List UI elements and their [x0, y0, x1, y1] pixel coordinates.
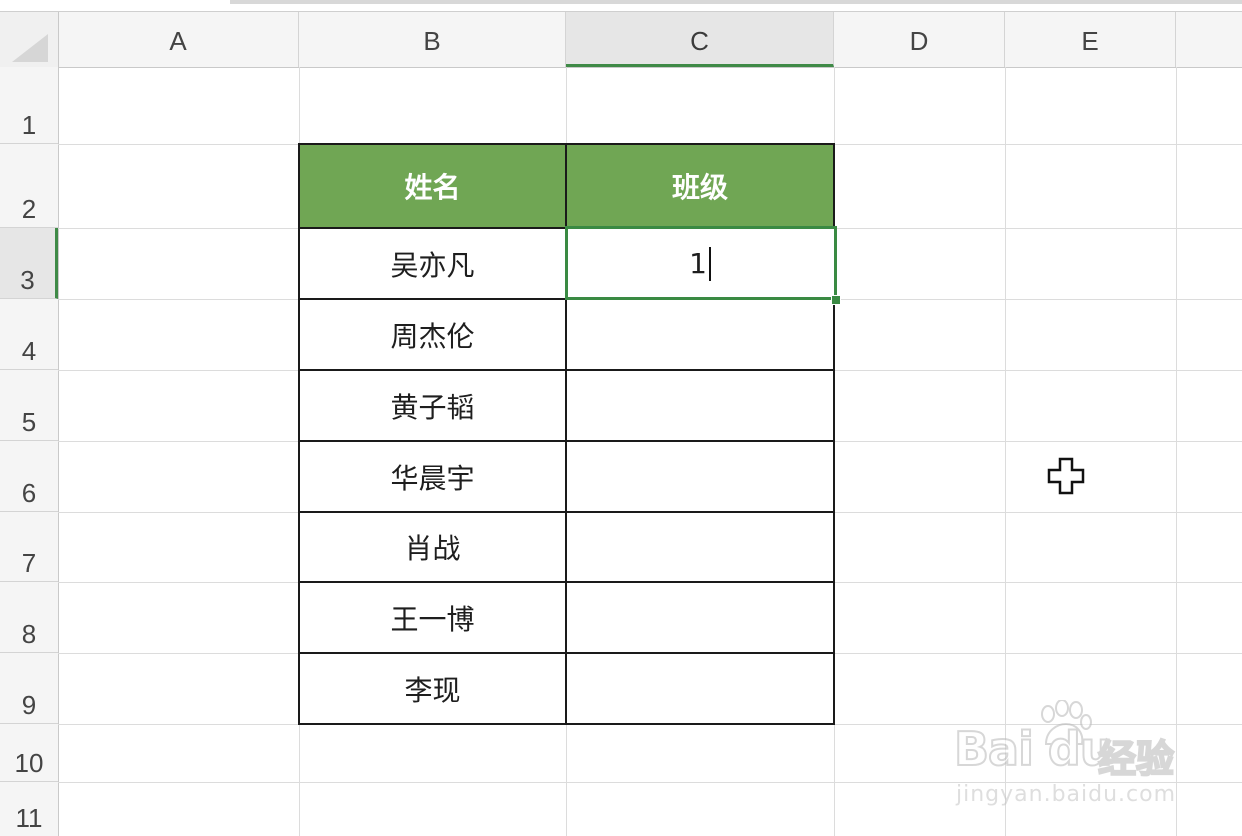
text-caret	[708, 246, 711, 281]
table-cell-class[interactable]	[566, 653, 834, 724]
watermark-url: jingyan.baidu.com	[956, 782, 1177, 807]
watermark-brand: Bai du	[953, 721, 1114, 777]
column-header-e[interactable]: E	[1005, 12, 1176, 67]
row-header-4[interactable]: 4	[0, 299, 58, 370]
row-header-6[interactable]: 6	[0, 441, 58, 512]
table-divider	[298, 369, 835, 371]
table-header-class[interactable]: 班级	[566, 144, 834, 228]
column-header-a[interactable]: A	[58, 12, 299, 67]
table-divider	[298, 652, 835, 654]
column-header-b[interactable]: B	[299, 12, 566, 67]
table-cell-name[interactable]: 华晨宇	[299, 441, 566, 512]
table-divider	[298, 440, 835, 442]
table-cell-name[interactable]: 吴亦凡	[299, 228, 566, 299]
row-header-10[interactable]: 10	[0, 724, 58, 782]
active-cell-value: 1	[689, 247, 707, 280]
spreadsheet-window: A B C D E 1 2 3 4 5 6 7 8 9 10 11 姓名 班级 …	[0, 0, 1242, 836]
table-cell-name[interactable]: 黄子韬	[299, 370, 566, 441]
row-header-9[interactable]: 9	[0, 653, 58, 724]
column-header-c[interactable]: C	[566, 12, 834, 67]
column-header-d[interactable]: D	[834, 12, 1005, 67]
row-header-5[interactable]: 5	[0, 370, 58, 441]
active-cell-editor[interactable]: 1	[566, 228, 834, 299]
baidu-watermark: Bai du 经验 jingyan.baidu.com	[950, 700, 1190, 810]
crosshair-plus-icon	[1047, 457, 1085, 495]
grid-line	[834, 67, 835, 836]
table-divider	[298, 511, 835, 513]
table-cell-name[interactable]: 李现	[299, 653, 566, 724]
table-cell-class[interactable]	[566, 441, 834, 512]
table-cell-class[interactable]	[566, 512, 834, 582]
fill-handle[interactable]	[831, 295, 841, 305]
table-header-name[interactable]: 姓名	[299, 144, 566, 228]
table-cell-name[interactable]: 王一博	[299, 582, 566, 653]
row-header-7[interactable]: 7	[0, 512, 58, 582]
row-header-8[interactable]: 8	[0, 582, 58, 653]
row-header-1[interactable]: 1	[0, 67, 58, 144]
table-cell-name[interactable]: 肖战	[299, 512, 566, 582]
table-divider	[298, 581, 835, 583]
column-header-f[interactable]	[1176, 12, 1242, 67]
table-cell-class[interactable]	[566, 582, 834, 653]
watermark-brand-cn: 经验	[1097, 736, 1175, 782]
select-all-button[interactable]	[0, 12, 59, 67]
table-cell-name[interactable]: 周杰伦	[299, 299, 566, 370]
table-cell-class[interactable]	[566, 370, 834, 441]
row-header-2[interactable]: 2	[0, 144, 58, 228]
select-all-corner-icon	[12, 34, 48, 62]
row-header-3[interactable]: 3	[0, 228, 58, 299]
table-cell-class[interactable]	[566, 299, 834, 370]
row-header-11[interactable]: 11	[0, 782, 58, 836]
formula-bar-edge	[230, 0, 1242, 4]
